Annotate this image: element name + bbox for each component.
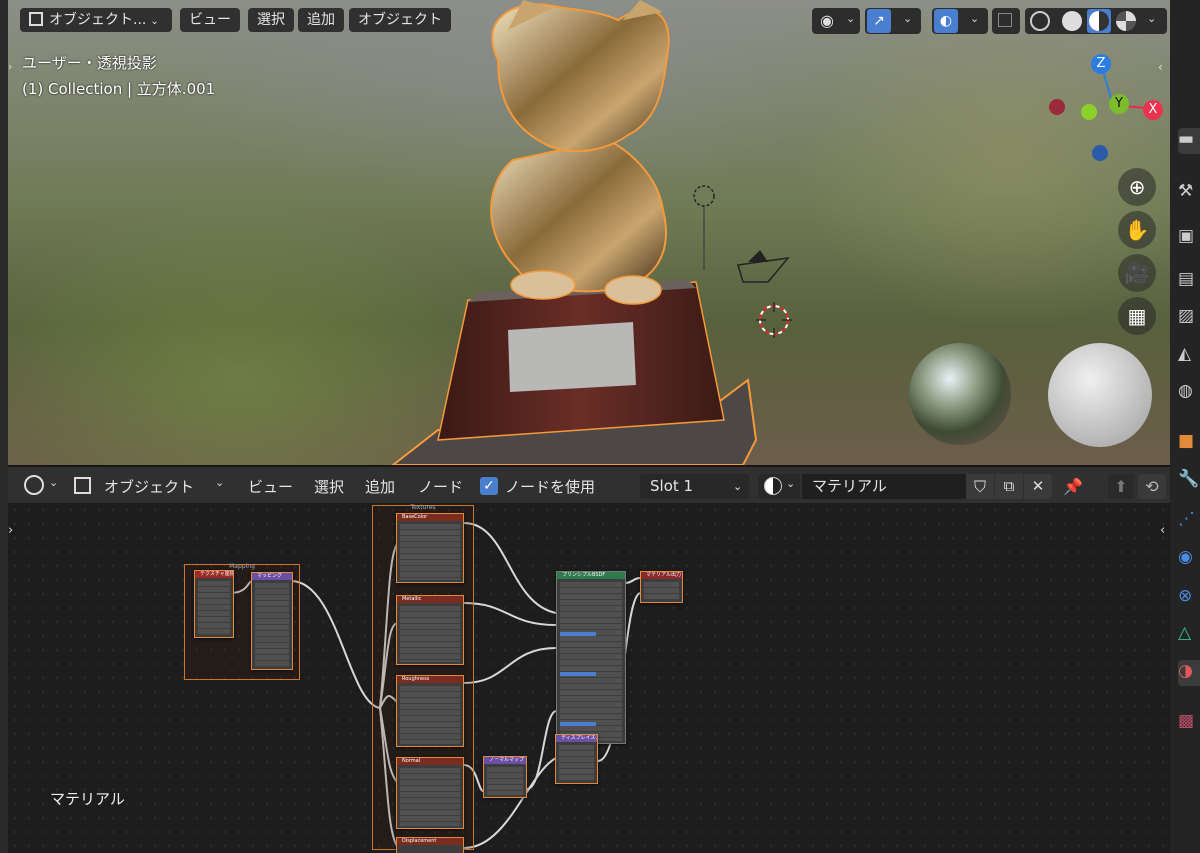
output-icon[interactable]: ▤ bbox=[1178, 268, 1200, 290]
object-icon[interactable]: ■ bbox=[1178, 430, 1200, 452]
node-title: Roughness bbox=[397, 676, 463, 683]
gizmo-y-axis[interactable]: Y bbox=[1109, 94, 1129, 114]
node-title: Displacement bbox=[397, 838, 463, 845]
object-data-icon[interactable]: △ bbox=[1178, 622, 1200, 644]
object-type-dropdown[interactable]: オブジェクト ⌄ bbox=[70, 473, 230, 499]
chevron-down-icon: ⌄ bbox=[733, 480, 743, 493]
material-name-overlay: マテリアル bbox=[50, 790, 125, 808]
node-normal-map[interactable]: ノーマルマップ bbox=[483, 756, 527, 798]
use-nodes-checkbox[interactable]: ✓ bbox=[480, 477, 498, 495]
node-image-texture-metallic[interactable]: Metallic bbox=[396, 595, 464, 665]
view-layer-icon[interactable]: ▨ bbox=[1178, 305, 1200, 327]
bsdf-socket-highlight bbox=[560, 672, 596, 676]
frame-mapping-label: Mapping bbox=[229, 563, 255, 570]
world-icon[interactable]: ◍ bbox=[1178, 380, 1200, 402]
texture-checker-icon[interactable]: ▩ bbox=[1178, 710, 1200, 732]
duplicate-material-icon[interactable]: ⧉ bbox=[995, 474, 1023, 499]
node-title: プリンシプルBSDF bbox=[557, 572, 625, 579]
tool-icon[interactable]: ⚒ bbox=[1178, 180, 1200, 202]
tool-settings-tab-icon[interactable]: ▬ bbox=[1178, 128, 1200, 154]
node-title: BaseColor bbox=[397, 514, 463, 521]
node-image-texture-normal[interactable]: Normal bbox=[396, 757, 464, 829]
material-name-field[interactable]: マテリアル bbox=[802, 474, 966, 499]
camera-icon[interactable]: 🎥 bbox=[1118, 254, 1156, 292]
object-type-label: オブジェクト bbox=[104, 478, 195, 496]
gizmo-z-axis[interactable]: Z bbox=[1091, 54, 1111, 74]
node-principled-bsdf[interactable]: プリンシプルBSDF bbox=[556, 571, 626, 744]
slot-label: Slot 1 bbox=[650, 477, 694, 495]
constraints-icon[interactable]: ⊗ bbox=[1178, 585, 1200, 607]
node-material-output[interactable]: マテリアル出力 bbox=[640, 571, 683, 603]
material-name: マテリアル bbox=[812, 477, 887, 495]
node-menu-view[interactable]: ビュー bbox=[248, 476, 293, 497]
chevron-down-icon: ⌄ bbox=[49, 476, 59, 489]
node-title: ディスプレイスメント bbox=[556, 735, 597, 742]
node-title: Normal bbox=[397, 758, 463, 765]
properties-tab-strip: ▬ ⚒ ▣ ▤ ▨ ◭ ◍ ■ 🔧 ⋰ ◉ ⊗ △ ◑ ▩ bbox=[1170, 0, 1200, 853]
material-browse-dropdown[interactable]: ⌄ bbox=[758, 474, 800, 499]
chevron-down-icon: ⌄ bbox=[215, 476, 225, 489]
chevron-down-icon: ⌄ bbox=[786, 477, 796, 490]
particles-icon[interactable]: ⋰ bbox=[1178, 508, 1200, 530]
node-title: Metallic bbox=[397, 596, 463, 603]
parent-node-tree-icon[interactable]: ⬆ bbox=[1108, 474, 1134, 499]
render-icon[interactable]: ▣ bbox=[1178, 225, 1200, 247]
node-editor-type-icon bbox=[24, 475, 44, 495]
unlink-x-icon[interactable]: ✕ bbox=[1024, 474, 1052, 499]
node-image-texture-basecolor[interactable]: BaseColor bbox=[396, 513, 464, 583]
node-title: マテリアル出力 bbox=[641, 572, 682, 579]
physics-icon[interactable]: ◉ bbox=[1178, 546, 1200, 568]
gizmo-x-axis[interactable]: X bbox=[1143, 100, 1163, 120]
node-image-texture-displacement[interactable]: Displacement bbox=[396, 837, 464, 853]
node-menu-add[interactable]: 追加 bbox=[365, 476, 395, 497]
node-displacement[interactable]: ディスプレイスメント bbox=[555, 734, 598, 784]
slot-dropdown[interactable]: Slot 1 ⌄ bbox=[640, 474, 749, 499]
bsdf-socket-highlight bbox=[560, 632, 596, 636]
node-mapping[interactable]: マッピング bbox=[251, 572, 293, 670]
object-mode-icon bbox=[74, 477, 91, 494]
fake-user-shield-icon[interactable]: ⛉ bbox=[966, 474, 994, 499]
node-editor-header: ⌄ オブジェクト ⌄ ビュー 選択 追加 ノード ✓ ノードを使用 Slot 1… bbox=[8, 465, 1170, 503]
snap-magnet-icon[interactable]: ⟲ bbox=[1138, 474, 1166, 499]
node-menu-node[interactable]: ノード bbox=[418, 476, 463, 497]
orientation-gizmo[interactable]: Z Y X bbox=[1043, 50, 1163, 170]
material-sphere-icon bbox=[764, 477, 782, 495]
node-image-texture-roughness[interactable]: Roughness bbox=[396, 675, 464, 747]
node-canvas[interactable]: › ‹ Mapping Textures テクスチャ座標 マッピング BaseC… bbox=[8, 503, 1170, 853]
hand-pan-icon[interactable]: ✋ bbox=[1118, 211, 1156, 249]
left-edge bbox=[0, 0, 8, 853]
scene-icon[interactable]: ◭ bbox=[1178, 343, 1200, 365]
node-title: マッピング bbox=[252, 573, 292, 580]
grid-ortho-icon[interactable]: ▦ bbox=[1118, 297, 1156, 335]
use-nodes-label: ノードを使用 bbox=[505, 478, 596, 496]
node-title: ノーマルマップ bbox=[484, 757, 526, 764]
node-menu-select[interactable]: 選択 bbox=[314, 476, 344, 497]
editor-type-dropdown[interactable]: ⌄ bbox=[22, 473, 64, 499]
node-title: テクスチャ座標 bbox=[195, 571, 233, 578]
scene-render bbox=[391, 0, 1152, 465]
material-tab-icon[interactable]: ◑ bbox=[1178, 660, 1200, 686]
3d-viewport[interactable]: オブジェクト... ⌄ ビュー 選択 追加 オブジェクト ◉ ⌄ ↗ ⌄ ◐ ⌄ … bbox=[8, 0, 1170, 465]
bsdf-socket-highlight bbox=[560, 722, 596, 726]
modifier-wrench-icon[interactable]: 🔧 bbox=[1178, 468, 1200, 490]
node-texture-coordinate[interactable]: テクスチャ座標 bbox=[194, 570, 234, 638]
frame-textures-label: Textures bbox=[410, 504, 436, 511]
zoom-icon[interactable]: ⊕ bbox=[1118, 168, 1156, 206]
pin-icon[interactable]: 📌 bbox=[1060, 474, 1086, 499]
